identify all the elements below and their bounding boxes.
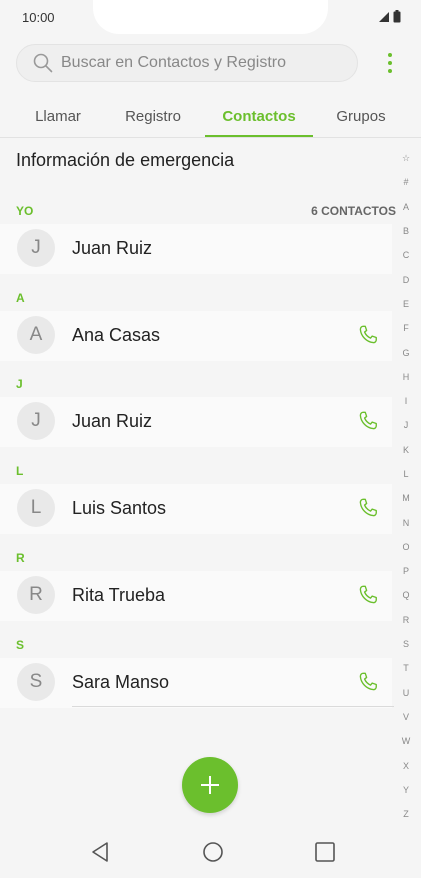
contact-row[interactable]: R Rita Trueba <box>0 571 392 621</box>
add-contact-button[interactable] <box>182 757 238 813</box>
index-letter[interactable]: I <box>396 389 416 413</box>
index-letter[interactable]: U <box>396 681 416 705</box>
section-header: S <box>16 638 25 652</box>
contact-row[interactable]: L Luis Santos <box>0 484 392 534</box>
tab-bar: Llamar Registro Contactos Grupos <box>0 96 421 138</box>
contact-name: Juan Ruiz <box>72 238 153 258</box>
contact-row-me[interactable]: J Juan Ruiz <box>0 224 392 274</box>
index-letter[interactable]: P <box>396 559 416 583</box>
phone-icon[interactable] <box>357 324 379 346</box>
section-header: R <box>16 551 25 565</box>
index-letter[interactable]: T <box>396 656 416 680</box>
battery-icon <box>393 10 401 23</box>
contact-name: Ana Casas <box>72 325 161 345</box>
signal-icon <box>379 11 389 22</box>
avatar: J <box>17 229 55 267</box>
tab-registro[interactable]: Registro <box>110 96 196 137</box>
index-letter[interactable]: # <box>396 170 416 194</box>
alphabet-index-scroller[interactable]: ☆ # A B C D E F G H I J K L M N O P Q R S T U V W X Y Z <box>396 146 416 826</box>
contact-name: Luis Santos <box>72 498 167 518</box>
back-icon[interactable] <box>89 840 113 864</box>
index-letter[interactable]: W <box>396 729 416 753</box>
plus-icon <box>201 776 219 794</box>
system-icons <box>378 10 401 23</box>
more-vert-icon[interactable] <box>378 48 402 78</box>
avatar: A <box>17 316 55 354</box>
contact-row[interactable]: J Juan Ruiz <box>0 397 392 447</box>
index-letter[interactable]: Q <box>396 583 416 607</box>
index-letter[interactable]: ☆ <box>396 146 416 170</box>
index-letter[interactable]: H <box>396 365 416 389</box>
index-letter[interactable]: C <box>396 243 416 267</box>
avatar: S <box>17 663 55 701</box>
tab-llamar[interactable]: Llamar <box>16 96 100 137</box>
index-letter[interactable]: N <box>396 510 416 534</box>
contact-name: Rita Trueba <box>72 585 166 605</box>
index-letter[interactable]: G <box>396 340 416 364</box>
recents-icon[interactable] <box>313 840 337 864</box>
section-header: J <box>16 377 23 391</box>
phone-icon[interactable] <box>357 584 379 606</box>
avatar: R <box>17 576 55 614</box>
index-letter[interactable]: E <box>396 292 416 316</box>
tab-grupos[interactable]: Grupos <box>322 96 400 137</box>
section-header-yo: YO <box>16 204 34 218</box>
index-letter[interactable]: L <box>396 462 416 486</box>
phone-icon[interactable] <box>357 497 379 519</box>
list-divider <box>72 706 394 707</box>
index-letter[interactable]: R <box>396 608 416 632</box>
contact-name: Juan Ruiz <box>72 411 153 431</box>
contact-name: Sara Manso <box>72 672 170 692</box>
display-notch <box>93 0 328 34</box>
index-letter[interactable]: Y <box>396 778 416 802</box>
phone-icon[interactable] <box>357 410 379 432</box>
index-letter[interactable]: Z <box>396 802 416 826</box>
index-letter[interactable]: J <box>396 413 416 437</box>
emergency-info-item[interactable]: Información de emergencia <box>16 150 234 171</box>
index-letter[interactable]: K <box>396 438 416 462</box>
index-letter[interactable]: M <box>396 486 416 510</box>
index-letter[interactable]: O <box>396 535 416 559</box>
search-placeholder: Buscar en Contactos y Registro <box>61 54 286 71</box>
index-letter[interactable]: D <box>396 267 416 291</box>
tab-contactos[interactable]: Contactos <box>205 96 313 137</box>
avatar: L <box>17 489 55 527</box>
avatar: J <box>17 402 55 440</box>
index-letter[interactable]: F <box>396 316 416 340</box>
phone-icon[interactable] <box>357 671 379 693</box>
search-icon <box>33 53 53 73</box>
index-letter[interactable]: B <box>396 219 416 243</box>
index-letter[interactable]: S <box>396 632 416 656</box>
status-bar: 10:00 <box>0 0 421 36</box>
home-icon[interactable] <box>201 840 225 864</box>
index-letter[interactable]: A <box>396 195 416 219</box>
contact-count: 6 CONTACTOS <box>311 204 396 218</box>
contact-row[interactable]: A Ana Casas <box>0 311 392 361</box>
navigation-bar <box>0 826 421 878</box>
status-time: 10:00 <box>22 10 55 25</box>
section-header: L <box>16 464 24 478</box>
index-letter[interactable]: V <box>396 705 416 729</box>
search-input[interactable]: Buscar en Contactos y Registro <box>16 44 358 82</box>
contact-row[interactable]: S Sara Manso <box>0 658 392 708</box>
section-header: A <box>16 291 25 305</box>
index-letter[interactable]: X <box>396 753 416 777</box>
